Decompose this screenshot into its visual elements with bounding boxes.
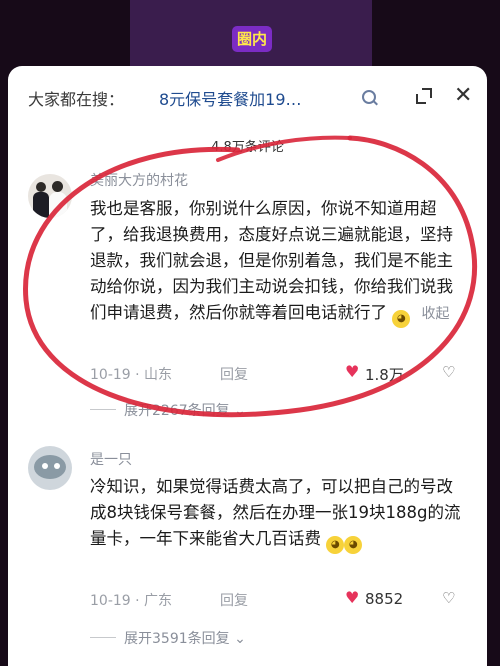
like-count: 1.8万 — [365, 366, 404, 384]
comment-text-content: 冷知识，如果觉得话费太高了，可以把自己的号改成8块钱保号套餐，然后在办理一张19… — [90, 477, 461, 548]
expand-replies-label: 展开3591条回复 — [124, 631, 230, 647]
chevron-down-icon: ⌄ — [234, 403, 246, 419]
comment-text: 冷知识，如果觉得话费太高了，可以把自己的号改成8块钱保号套餐，然后在办理一张19… — [90, 474, 468, 554]
comments-panel: 大家都在搜： 8元保号套餐加19… ✕ 4.8万条评论 美丽大方的村花 我也是客… — [8, 66, 487, 666]
avatar[interactable] — [28, 174, 72, 218]
heart-icon[interactable]: ♥ — [345, 588, 359, 607]
collapse-link[interactable]: 收起 — [422, 306, 450, 322]
search-icon[interactable] — [362, 90, 376, 104]
comment-date: 10-19 — [90, 593, 131, 609]
comment-location: 山东 — [144, 367, 173, 383]
dislike-icon[interactable]: ♡ — [442, 590, 458, 606]
chevron-down-icon: ⌄ — [234, 631, 246, 647]
laughing-emoji-icon: ◕ — [326, 536, 345, 554]
expand-icon[interactable] — [416, 88, 432, 104]
meta-dot: · — [135, 593, 145, 609]
search-label: 大家都在搜： — [28, 90, 125, 109]
search-suggestion-bar[interactable]: 大家都在搜： 8元保号套餐加19… ✕ — [28, 85, 472, 112]
reply-button[interactable]: 回复 — [220, 364, 248, 384]
heart-icon[interactable]: ♥ — [345, 362, 359, 381]
comment-text-content: 我也是客服，你别说什么原因，你说不知道用超了，给我退换费用，态度好点说三遍就能退… — [90, 199, 453, 322]
laughing-emoji-icon: ◕ — [392, 310, 411, 328]
expand-replies-label: 展开2267条回复 — [124, 403, 230, 419]
laughing-emoji-icon: ◕ — [344, 536, 363, 554]
like-count: 8852 — [365, 590, 404, 608]
video-badge: 圈内 — [232, 26, 272, 52]
dislike-icon[interactable]: ♡ — [442, 364, 458, 380]
meta-dot: · — [135, 367, 145, 383]
comment-meta: 10-19 · 广东 — [90, 590, 172, 610]
comments-count: 4.8万条评论 — [211, 140, 284, 155]
expand-replies-link[interactable]: 展开3591条回复 ⌄ — [90, 628, 246, 648]
comment-meta: 10-19 · 山东 — [90, 364, 172, 384]
comment-nickname[interactable]: 美丽大方的村花 — [90, 170, 188, 190]
avatar[interactable] — [28, 446, 72, 490]
comment-date: 10-19 — [90, 367, 131, 383]
comment-location: 广东 — [144, 593, 173, 609]
expand-replies-link[interactable]: 展开2267条回复 ⌄ — [90, 400, 246, 420]
comment-nickname[interactable]: 是一只 — [90, 449, 132, 469]
close-icon[interactable]: ✕ — [454, 85, 472, 107]
comment-text: 我也是客服，你别说什么原因，你说不知道用超了，给我退换费用，态度好点说三遍就能退… — [90, 196, 468, 328]
search-query-link[interactable]: 8元保号套餐加19… — [159, 86, 302, 110]
reply-button[interactable]: 回复 — [220, 590, 248, 610]
